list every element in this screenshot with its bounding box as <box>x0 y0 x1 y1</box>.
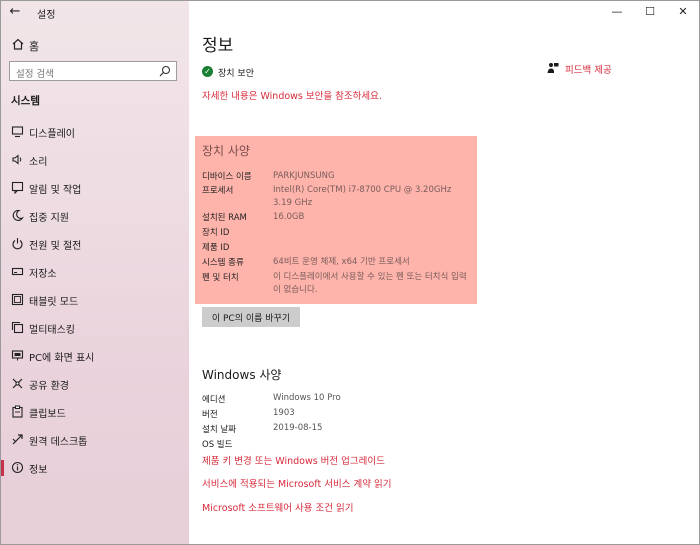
sidebar-item-label: 저장소 <box>29 269 57 280</box>
sidebar-item-multitasking[interactable]: 멀티태스킹 <box>1 316 189 340</box>
minimize-icon[interactable]: — <box>609 4 625 20</box>
spec-value: 2019-08-15 <box>273 423 323 433</box>
sidebar-item-about[interactable]: 정보 <box>1 456 189 480</box>
spec-key: 시스템 종류 <box>202 258 244 268</box>
share-icon <box>11 377 24 390</box>
sidebar-item-clipboard[interactable]: 클립보드 <box>1 400 189 424</box>
sidebar-item-label: 클립보드 <box>29 409 66 420</box>
power-icon <box>11 237 24 250</box>
search-box[interactable] <box>9 61 177 84</box>
spec-key: 디바이스 이름 <box>202 172 252 182</box>
sidebar-item-power[interactable]: 전원 및 절전 <box>1 232 189 256</box>
spec-key: 에디션 <box>202 395 226 405</box>
sidebar-item-label: 디스플레이 <box>29 129 75 140</box>
title-bar: ← 설정 <box>1 1 189 23</box>
spec-value: 1903 <box>273 408 295 418</box>
remote-desktop-icon <box>11 433 24 446</box>
sidebar-item-remote-desktop[interactable]: 원격 데스크톱 <box>1 428 189 452</box>
spec-key: 제품 ID <box>202 243 230 253</box>
speaker-icon <box>11 153 24 166</box>
moon-icon <box>11 209 24 222</box>
sidebar-item-label: 멀티태스킹 <box>29 325 75 336</box>
spec-key: OS 빌드 <box>202 440 233 450</box>
device-specs-panel: 장치 사양 디바이스 이름 PARKJUNSUNG 프로세서 Intel(R) … <box>195 136 477 304</box>
info-icon <box>11 461 24 474</box>
window-controls: — ☐ ✕ <box>579 1 699 23</box>
notification-icon <box>11 181 24 194</box>
app-title: 설정 <box>37 10 56 21</box>
services-agreement-link[interactable]: 서비스에 적용되는 Microsoft 서비스 계약 읽기 <box>202 476 391 490</box>
home-icon <box>11 37 25 51</box>
windows-specs-title: Windows 사양 <box>202 368 282 382</box>
close-icon[interactable]: ✕ <box>675 4 691 20</box>
settings-window: ← 설정 홈 시스템 디스플레이 소리 알림 및 작업 <box>0 0 700 545</box>
sidebar-item-tablet-mode[interactable]: 태블릿 모드 <box>1 288 189 312</box>
multitasking-icon <box>11 321 24 334</box>
spec-key: 프로세서 <box>202 186 234 196</box>
windows-security-link[interactable]: 자세한 내용은 Windows 보안을 참조하세요. <box>202 88 382 102</box>
spec-key: 설치된 RAM <box>202 213 247 223</box>
spec-value: 64비트 운영 체제, x64 기반 프로세서 <box>273 257 410 267</box>
feedback-label: 피드백 제공 <box>565 65 612 76</box>
sidebar-item-label: 홈 <box>29 40 40 53</box>
sidebar: ← 설정 홈 시스템 디스플레이 소리 알림 및 작업 <box>1 1 189 544</box>
spec-key: 펜 및 터치 <box>202 273 239 283</box>
change-product-key-link[interactable]: 제품 키 변경 또는 Windows 버전 업그레이드 <box>202 453 385 467</box>
sidebar-section-title: 시스템 <box>11 95 40 107</box>
tablet-icon <box>11 293 24 306</box>
security-status-label: 장치 보안 <box>218 69 254 79</box>
sidebar-item-label: 소리 <box>29 157 48 168</box>
storage-icon <box>11 265 24 278</box>
sidebar-item-label: 공유 환경 <box>29 381 69 392</box>
sidebar-item-shared-experiences[interactable]: 공유 환경 <box>1 372 189 396</box>
sidebar-item-label: 정보 <box>29 465 48 476</box>
sidebar-item-home[interactable]: 홈 <box>1 35 189 55</box>
spec-key: 설치 날짜 <box>202 425 236 435</box>
spec-value: Intel(R) Core(TM) i7-8700 CPU @ 3.20GHz … <box>273 185 452 208</box>
spec-value: Windows 10 Pro <box>273 393 341 403</box>
back-arrow-icon[interactable]: ← <box>7 4 23 20</box>
sidebar-item-display[interactable]: 디스플레이 <box>1 120 189 144</box>
sidebar-item-focus-assist[interactable]: 집중 지원 <box>1 204 189 228</box>
rename-pc-button[interactable]: 이 PC의 이름 바꾸기 <box>202 307 300 327</box>
sidebar-item-label: 집중 지원 <box>29 213 69 224</box>
device-specs-title: 장치 사양 <box>202 144 250 158</box>
sidebar-item-sound[interactable]: 소리 <box>1 148 189 172</box>
search-input[interactable] <box>10 65 156 84</box>
check-circle-icon: ✓ <box>202 66 213 77</box>
sidebar-item-label: 원격 데스크톱 <box>29 437 88 448</box>
sidebar-item-label: PC에 화면 표시 <box>29 353 95 364</box>
monitor-icon <box>11 125 24 138</box>
sidebar-item-storage[interactable]: 저장소 <box>1 260 189 284</box>
page-title: 정보 <box>202 36 234 56</box>
feedback-icon <box>547 62 559 74</box>
spec-value: 이 디스플레이에서 사용할 수 있는 펜 또는 터치식 입력이 없습니다. <box>273 272 467 295</box>
maximize-icon[interactable]: ☐ <box>642 4 658 20</box>
spec-value: 16.0GB <box>273 212 305 222</box>
sidebar-item-label: 전원 및 절전 <box>29 241 82 252</box>
main-content: — ☐ ✕ 정보 ✓ 장치 보안 자세한 내용은 Windows 보안을 참조하… <box>189 1 699 544</box>
clipboard-icon <box>11 405 24 418</box>
search-icon[interactable] <box>159 65 171 77</box>
sidebar-item-notifications[interactable]: 알림 및 작업 <box>1 176 189 200</box>
spec-key: 장치 ID <box>202 228 230 238</box>
license-terms-link[interactable]: Microsoft 소프트웨어 사용 조건 읽기 <box>202 500 353 514</box>
spec-key: 버전 <box>202 410 218 420</box>
sidebar-item-project[interactable]: PC에 화면 표시 <box>1 344 189 368</box>
spec-value: PARKJUNSUNG <box>273 171 335 181</box>
sidebar-item-label: 태블릿 모드 <box>29 297 79 308</box>
project-screen-icon <box>11 349 24 362</box>
sidebar-item-label: 알림 및 작업 <box>29 185 82 196</box>
